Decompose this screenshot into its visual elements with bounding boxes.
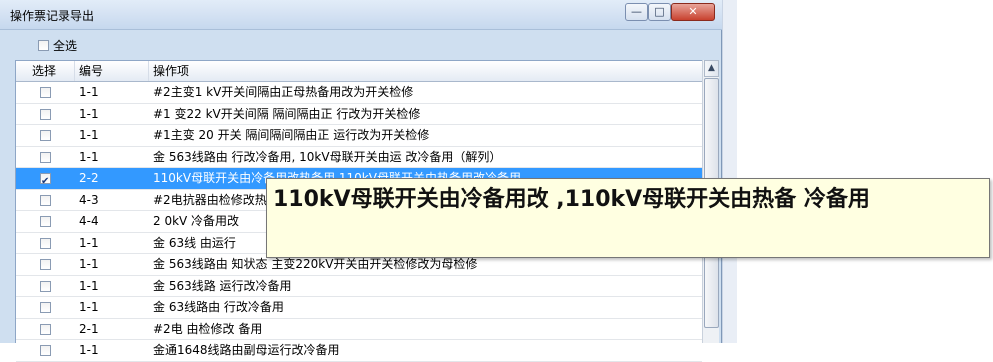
- row-select-cell[interactable]: [16, 190, 75, 211]
- row-id: 4-3: [79, 192, 99, 207]
- row-id: 4-4: [79, 214, 99, 228]
- row-operation-item: 金 563线路 运行改冷备用: [153, 278, 292, 293]
- row-select-cell[interactable]: [16, 168, 75, 189]
- row-checkbox[interactable]: [40, 130, 51, 141]
- row-select-cell[interactable]: [16, 211, 75, 232]
- scroll-up-arrow-icon[interactable]: ▲: [704, 60, 719, 77]
- background-window-border: [722, 0, 737, 343]
- table-row[interactable]: 1-1 金 563线路由 行改冷备用, 10kV母联开关由运 改冷备用（解列）: [16, 147, 702, 168]
- table-row[interactable]: 1-1 金 63线路由 行改冷备用: [16, 297, 702, 319]
- export-dialog: 操作票记录导出 — □ ✕ 全选 选择 编号 操作项 1-1 #2主变1 kV开关…: [0, 0, 722, 362]
- row-checkbox[interactable]: [40, 280, 51, 292]
- column-header-select[interactable]: 选择: [16, 61, 75, 81]
- table-row[interactable]: 1-1 #2主变1 kV开关间隔由正母热备用改为开关检修: [16, 82, 702, 104]
- row-select-cell[interactable]: [16, 125, 75, 146]
- row-select-cell[interactable]: [16, 233, 75, 254]
- title-bar: 操作票记录导出 — □ ✕: [0, 0, 722, 30]
- close-button[interactable]: ✕: [671, 3, 715, 21]
- row-checkbox[interactable]: [40, 345, 51, 356]
- row-select-cell[interactable]: [16, 104, 75, 125]
- row-checkbox[interactable]: [40, 194, 51, 206]
- column-header-item[interactable]: 操作项: [149, 61, 702, 81]
- column-header-id[interactable]: 编号: [75, 61, 149, 81]
- minimize-button[interactable]: —: [625, 3, 648, 21]
- row-select-cell[interactable]: [16, 82, 75, 103]
- select-all-label: 全选: [53, 38, 78, 53]
- row-select-cell[interactable]: [16, 340, 75, 361]
- row-operation-item: #2电 由检修改 备用: [153, 321, 263, 336]
- row-id: 1-1: [79, 149, 99, 164]
- row-operation-item: 金通1648线路由副母运行改冷备用: [153, 343, 340, 357]
- row-checkbox[interactable]: [40, 87, 51, 98]
- table-row[interactable]: 2-1 #2电 由检修改 备用: [16, 319, 702, 340]
- tooltip: 110kV母联开关由冷备用改 ,110kV母联开关由热备 冷备用: [266, 178, 990, 258]
- row-select-cell[interactable]: [16, 254, 75, 275]
- row-select-cell[interactable]: [16, 319, 75, 340]
- row-operation-item: #2主变1 kV开关间隔由正母热备用改为开关检修: [153, 85, 414, 99]
- row-operation-item: 金 63线路由 行改冷备用: [153, 300, 284, 314]
- table-row[interactable]: 1-1 金 563线路 运行改冷备用: [16, 276, 702, 297]
- row-select-cell[interactable]: [16, 147, 75, 168]
- table-row[interactable]: 1-1 金通1648线路由副母运行改冷备用: [16, 340, 702, 362]
- row-id: 1-1: [79, 235, 99, 250]
- row-checkbox[interactable]: [40, 216, 51, 227]
- row-id: 2-1: [79, 321, 99, 336]
- select-all-checkbox[interactable]: 全选: [38, 37, 77, 53]
- row-operation-item: #1 变22 kV开关间隔 隔间隔由正 行改为开关检修: [153, 106, 421, 121]
- row-id: 1-1: [79, 85, 99, 99]
- row-id: 1-1: [79, 278, 99, 293]
- row-select-cell[interactable]: [16, 276, 75, 297]
- row-id: 1-1: [79, 343, 99, 357]
- row-id: 1-1: [79, 128, 99, 142]
- table-row[interactable]: 1-1 #1主变 20 开关 隔间隔间隔由正 运行改为开关检修: [16, 125, 702, 147]
- grid-header: 选择 编号 操作项: [16, 61, 702, 82]
- row-id: 2-2: [79, 171, 99, 185]
- row-id: 1-1: [79, 300, 99, 314]
- checkbox-icon[interactable]: [38, 39, 49, 51]
- maximize-button[interactable]: □: [648, 3, 671, 21]
- row-operation-item: #1主变 20 开关 隔间隔间隔由正 运行改为开关检修: [153, 128, 430, 142]
- table-row[interactable]: 1-1 #1 变22 kV开关间隔 隔间隔由正 行改为开关检修: [16, 104, 702, 125]
- row-checkbox[interactable]: [40, 151, 51, 163]
- row-checkbox[interactable]: [40, 108, 51, 120]
- row-checkbox[interactable]: [40, 237, 51, 249]
- row-id: 1-1: [79, 257, 99, 271]
- dialog-title: 操作票记录导出: [10, 9, 95, 23]
- row-operation-item: 金 563线路由 行改冷备用, 10kV母联开关由运 改冷备用（解列）: [153, 149, 502, 164]
- row-id: 1-1: [79, 106, 99, 121]
- background-window: [722, 0, 993, 343]
- row-checkbox[interactable]: [40, 323, 51, 335]
- row-checkbox[interactable]: [40, 171, 51, 189]
- row-select-cell[interactable]: [16, 297, 75, 318]
- row-checkbox[interactable]: [40, 259, 51, 270]
- row-checkbox[interactable]: [40, 302, 51, 313]
